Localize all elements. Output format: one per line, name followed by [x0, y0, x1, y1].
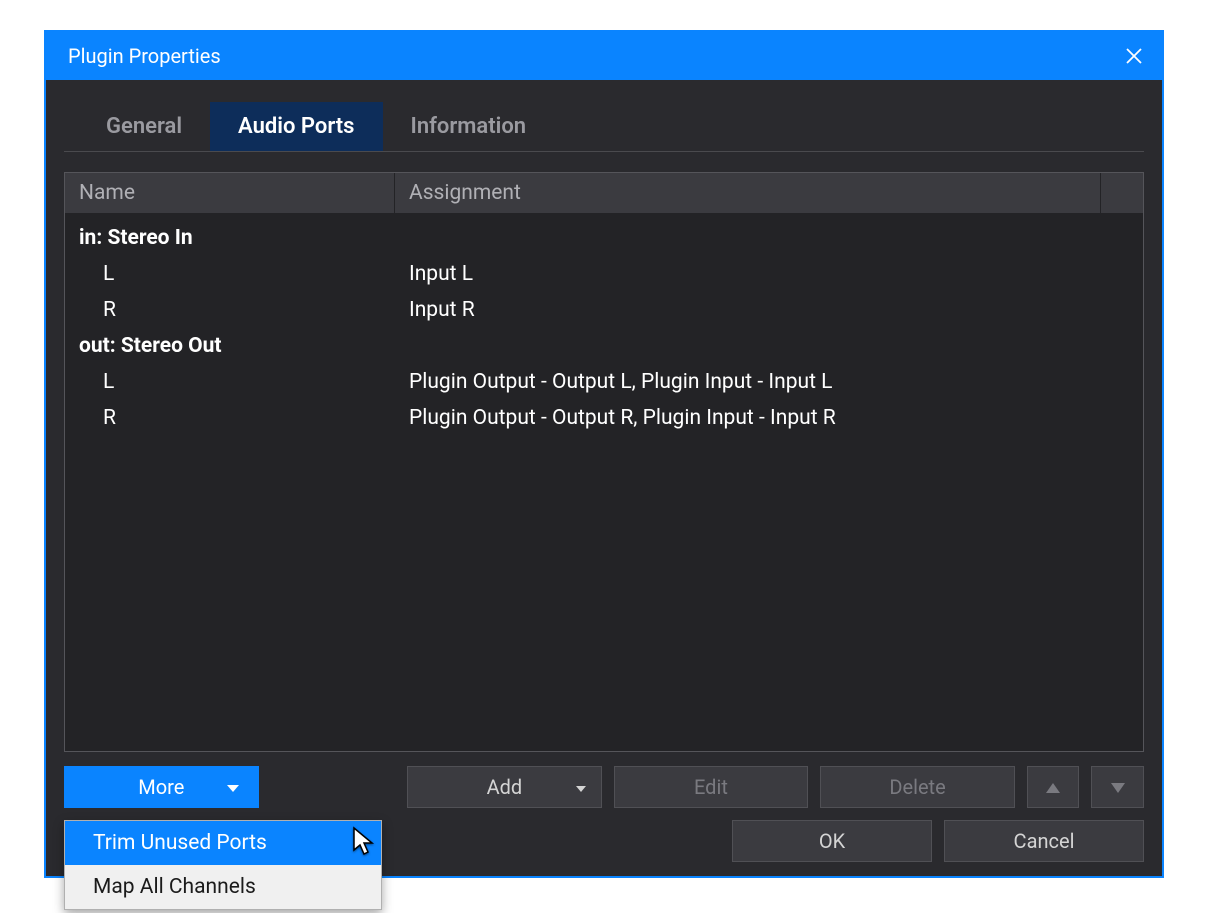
cell-assignment: Input R: [395, 296, 1143, 324]
cancel-button-label: Cancel: [1014, 829, 1075, 853]
tab-information[interactable]: Information: [383, 102, 555, 151]
cell-assignment: Plugin Output - Output L, Plugin Input -…: [395, 368, 1143, 396]
tab-audio-ports[interactable]: Audio Ports: [210, 102, 382, 151]
delete-button[interactable]: Delete: [820, 766, 1015, 808]
tab-general[interactable]: General: [78, 102, 210, 151]
move-up-button[interactable]: [1027, 766, 1080, 808]
dialog-content: General Audio Ports Information Name Ass…: [46, 80, 1162, 876]
table-row[interactable]: in: Stereo In: [65, 220, 1143, 256]
menu-item-trim-unused-ports[interactable]: Trim Unused Ports: [65, 821, 381, 865]
ports-table: Name Assignment in: Stereo In L Input L …: [64, 172, 1144, 752]
cell-assignment: Plugin Output - Output R, Plugin Input -…: [395, 404, 1143, 432]
table-body: in: Stereo In L Input L R Input R out: S…: [65, 214, 1143, 751]
column-header-spacer: [1101, 173, 1143, 213]
table-header: Name Assignment: [65, 173, 1143, 214]
more-button-label: More: [138, 775, 184, 799]
edit-button-label: Edit: [694, 775, 728, 799]
table-row[interactable]: out: Stereo Out: [65, 328, 1143, 364]
close-icon[interactable]: [1124, 46, 1144, 66]
table-row[interactable]: R Input R: [65, 292, 1143, 328]
edit-button[interactable]: Edit: [614, 766, 809, 808]
window-title: Plugin Properties: [68, 44, 221, 68]
cell-assignment: Input L: [395, 260, 1143, 288]
table-row[interactable]: R Plugin Output - Output R, Plugin Input…: [65, 400, 1143, 436]
cell-name: in: Stereo In: [65, 224, 395, 252]
cell-name: out: Stereo Out: [65, 332, 395, 360]
action-button-row: More Add Edit Delete: [64, 766, 1144, 808]
chevron-down-icon: [575, 775, 587, 799]
cell-name: L: [65, 260, 395, 288]
cancel-button[interactable]: Cancel: [944, 820, 1144, 862]
ok-button-label: OK: [819, 829, 845, 853]
chevron-down-icon: [226, 775, 240, 799]
cell-name: L: [65, 368, 395, 396]
cell-assignment: [395, 332, 1143, 360]
triangle-down-icon: [1110, 775, 1126, 799]
move-down-button[interactable]: [1091, 766, 1144, 808]
table-row[interactable]: L Plugin Output - Output L, Plugin Input…: [65, 364, 1143, 400]
plugin-properties-dialog: Plugin Properties General Audio Ports In…: [44, 30, 1164, 878]
delete-button-label: Delete: [889, 775, 945, 799]
titlebar: Plugin Properties: [46, 32, 1162, 80]
cell-assignment: [395, 224, 1143, 252]
table-row[interactable]: L Input L: [65, 256, 1143, 292]
column-header-name[interactable]: Name: [65, 173, 395, 213]
add-button[interactable]: Add: [407, 766, 602, 808]
more-dropdown-menu: Trim Unused Ports Map All Channels: [64, 820, 382, 910]
menu-item-map-all-channels[interactable]: Map All Channels: [65, 865, 381, 909]
add-button-label: Add: [487, 775, 523, 799]
column-header-assignment[interactable]: Assignment: [395, 173, 1101, 213]
tab-bar: General Audio Ports Information: [64, 102, 1144, 152]
cell-name: R: [65, 404, 395, 432]
more-button[interactable]: More: [64, 766, 259, 808]
ok-button[interactable]: OK: [732, 820, 932, 862]
triangle-up-icon: [1045, 775, 1061, 799]
cell-name: R: [65, 296, 395, 324]
